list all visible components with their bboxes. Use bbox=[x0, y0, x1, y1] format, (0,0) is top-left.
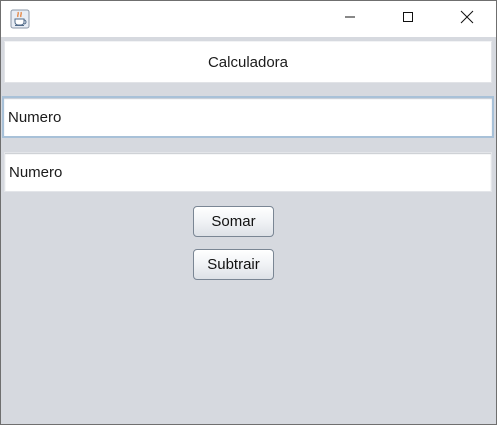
subtrair-button-label: Subtrair bbox=[207, 256, 260, 273]
minimize-button[interactable] bbox=[327, 1, 373, 37]
maximize-icon bbox=[402, 10, 414, 28]
first-number-input[interactable]: Numero bbox=[2, 96, 494, 138]
second-number-value: Numero bbox=[9, 163, 63, 181]
somar-button[interactable]: Somar bbox=[193, 206, 274, 237]
calculator-title-text: Calculadora bbox=[207, 53, 289, 71]
close-icon bbox=[460, 10, 474, 29]
java-coffee-cup-icon bbox=[10, 9, 30, 29]
first-number-value: Numero bbox=[8, 108, 62, 126]
calculator-title: Calculadora bbox=[4, 41, 492, 83]
second-number-input[interactable]: Numero bbox=[4, 152, 492, 192]
title-bar[interactable] bbox=[1, 1, 496, 37]
subtrair-button[interactable]: Subtrair bbox=[193, 249, 274, 280]
app-window: Calculadora Numero Numero Somar Subtrair bbox=[0, 0, 497, 425]
minimize-icon bbox=[344, 10, 356, 28]
close-button[interactable] bbox=[444, 1, 490, 37]
maximize-button[interactable] bbox=[385, 1, 431, 37]
somar-button-label: Somar bbox=[211, 213, 256, 230]
